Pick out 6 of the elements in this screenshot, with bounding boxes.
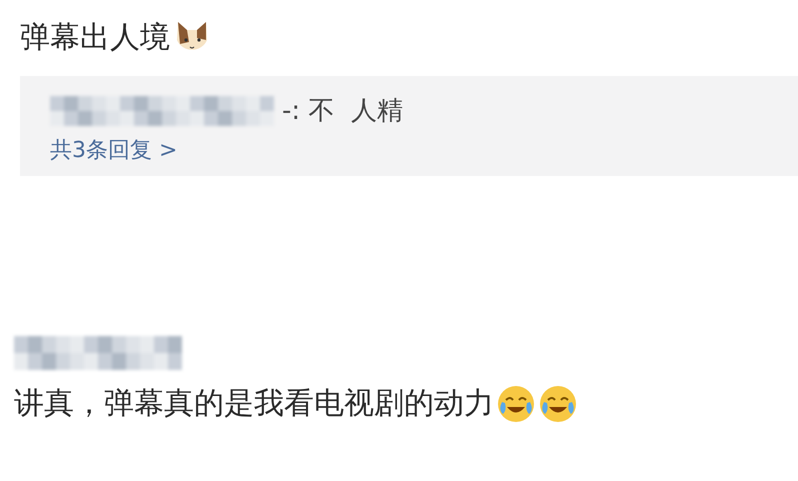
crying-laughing-icon bbox=[496, 384, 536, 424]
comment-text: 讲真，弹幕真的是我看电视剧的动力 bbox=[14, 385, 494, 423]
more-replies-link[interactable]: 共3条回复 > bbox=[50, 136, 798, 166]
reply-text: -: 不 人精 bbox=[282, 95, 403, 128]
comment-text: 弹幕出人境 bbox=[20, 19, 170, 57]
crying-laughing-icon bbox=[538, 384, 578, 424]
